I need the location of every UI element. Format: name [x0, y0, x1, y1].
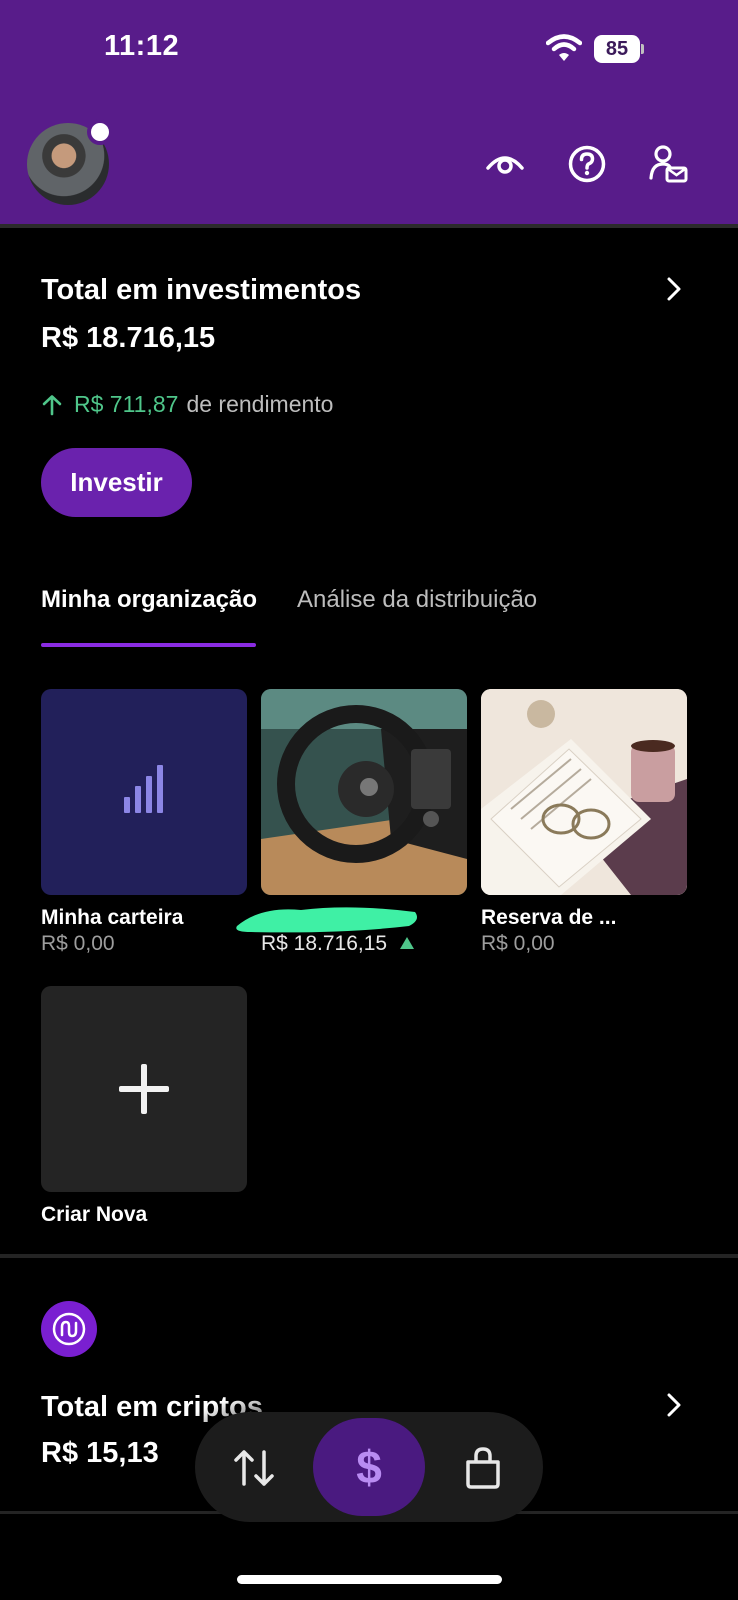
avatar-notification-dot [87, 119, 113, 145]
eye-icon[interactable] [485, 144, 525, 184]
invest-button[interactable]: Investir [41, 448, 192, 517]
profile-message-icon[interactable] [649, 144, 689, 184]
status-time: 11:12 [104, 30, 180, 62]
home-indicator [237, 1575, 502, 1584]
nucoin-icon [52, 1312, 86, 1346]
battery-level: 85 [605, 38, 629, 60]
yield-value: R$ 711,87 [74, 391, 179, 417]
header-divider [0, 224, 738, 228]
investments-amount: R$ 18.716,15 [41, 322, 216, 354]
create-new-label: Criar Nova [41, 1203, 148, 1226]
triangle-up-icon [399, 937, 414, 949]
tab-distribution-analysis[interactable]: Análise da distribuição [297, 586, 537, 614]
shopping-bag-icon[interactable] [460, 1444, 506, 1492]
transfer-icon[interactable] [230, 1444, 278, 1492]
tab-my-organization[interactable]: Minha organização [41, 586, 257, 614]
money-icon: $ [356, 1441, 382, 1493]
battery-tip [641, 44, 644, 54]
card-reserve[interactable] [481, 689, 687, 895]
redaction-mark [236, 907, 417, 933]
arrow-up-icon [42, 394, 62, 415]
investments-title[interactable]: Total em investimentos [41, 274, 361, 307]
wifi-icon [546, 34, 582, 61]
chevron-right-icon[interactable] [664, 1392, 684, 1418]
card-label: Minha carteira [41, 906, 184, 929]
chevron-right-icon[interactable] [664, 276, 684, 302]
create-new-card[interactable] [41, 986, 247, 1192]
card-label: Reserva de ... [481, 906, 617, 929]
plus-icon [119, 1064, 169, 1114]
crypto-amount: R$ 15,13 [41, 1437, 159, 1469]
yield-label: de rendimento [186, 391, 334, 417]
card-car-goal[interactable] [261, 689, 467, 895]
card-value-text: R$ 18.716,15 [261, 932, 388, 955]
card-value: R$ 0,00 [41, 932, 115, 955]
bar-chart-icon [124, 765, 163, 813]
yield-row: R$ 711,87 de rendimento [41, 391, 333, 418]
car-steering-wheel-image [261, 689, 467, 895]
card-value: R$ 0,00 [481, 932, 555, 955]
card-value: R$ 18.716,15 [261, 932, 415, 956]
help-icon[interactable] [567, 144, 607, 184]
section-divider [0, 1254, 738, 1258]
crypto-badge [41, 1301, 97, 1357]
card-my-wallet[interactable] [41, 689, 247, 895]
money-tab-button[interactable]: $ [313, 1418, 425, 1516]
battery-indicator: 85 [594, 35, 644, 63]
active-tab-indicator [41, 643, 256, 647]
book-coffee-image [481, 689, 687, 895]
